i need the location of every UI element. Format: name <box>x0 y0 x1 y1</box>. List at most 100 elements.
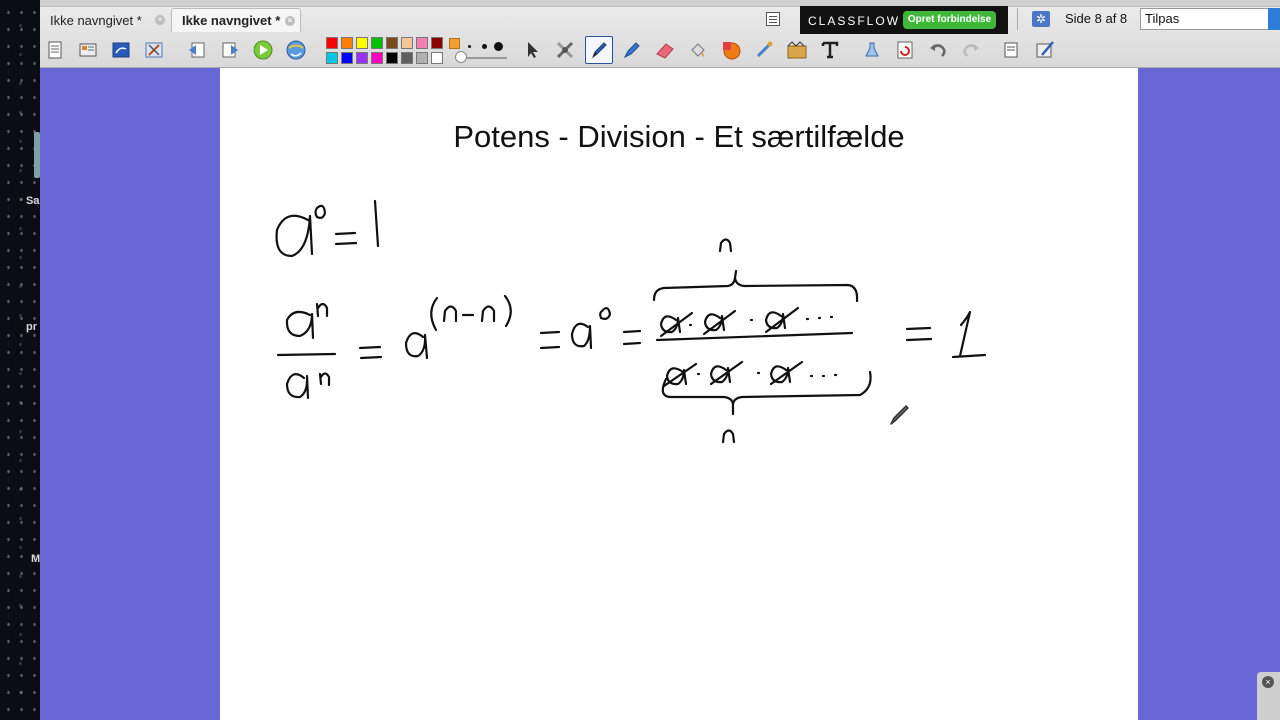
color-swatch[interactable] <box>431 37 443 49</box>
undo-icon <box>930 44 946 57</box>
ink-fraction-division <box>276 294 512 400</box>
zoom-select[interactable]: Tilpas <box>1140 8 1280 30</box>
play-button[interactable] <box>249 36 277 64</box>
color-swatch[interactable] <box>416 52 428 64</box>
notes-icon <box>1004 42 1018 58</box>
color-swatch[interactable] <box>341 52 353 64</box>
color-swatch[interactable] <box>356 52 368 64</box>
resource-browser-button[interactable] <box>74 36 102 64</box>
tools-button[interactable] <box>140 36 168 64</box>
clip-icon <box>787 41 807 59</box>
color-swatch[interactable] <box>386 37 398 49</box>
color-swatch[interactable] <box>371 52 383 64</box>
clear-button[interactable] <box>858 36 886 64</box>
resource-browser-icon <box>79 43 97 57</box>
ink-cancellation-result <box>539 238 987 444</box>
connector-button[interactable] <box>750 36 778 64</box>
handwriting-layer <box>275 199 987 444</box>
eraser-icon <box>656 43 674 59</box>
canvas-area: Potens - Division - Et særtilfælde <box>40 68 1280 720</box>
redo-icon <box>963 44 979 57</box>
flipchart-page[interactable]: Potens - Division - Et særtilfælde <box>220 68 1138 720</box>
tab-label: Ikke navngivet * <box>182 13 281 28</box>
previous-page-button[interactable] <box>183 36 211 64</box>
tab-bar: Ikke navngivet * × Ikke navngivet * × CL… <box>40 6 1280 34</box>
select-button[interactable] <box>518 36 546 64</box>
color-swatch[interactable] <box>341 37 353 49</box>
play-icon <box>253 40 273 60</box>
width-small-icon[interactable] <box>468 45 471 48</box>
customize-icon <box>1036 41 1054 58</box>
classflow-logo: CLASSFLOW <box>808 14 901 28</box>
page-indicator: Side 8 af 8 <box>1065 11 1128 26</box>
flipchart-button[interactable] <box>107 36 135 64</box>
clip-button[interactable] <box>783 36 811 64</box>
floating-panel[interactable]: × <box>1257 672 1280 720</box>
pen-cursor-icon <box>890 405 909 425</box>
eraser-button[interactable] <box>651 36 679 64</box>
color-swatch[interactable] <box>356 37 368 49</box>
chevron-down-icon[interactable] <box>1268 8 1280 30</box>
color-swatch[interactable] <box>401 37 413 49</box>
shape-button[interactable] <box>717 36 745 64</box>
color-swatch[interactable] <box>401 52 413 64</box>
divider <box>1017 8 1018 30</box>
page-browser-icon <box>48 41 62 59</box>
color-swatch[interactable] <box>431 52 443 64</box>
text-button[interactable] <box>816 36 844 64</box>
select-icon <box>528 42 538 58</box>
highlighter-button[interactable] <box>618 36 646 64</box>
fill-button[interactable] <box>684 36 712 64</box>
text-icon <box>821 41 839 59</box>
internet-button[interactable] <box>282 36 310 64</box>
highlighter-icon <box>623 42 640 59</box>
flipchart-icon <box>112 42 130 58</box>
tab-flipchart-1[interactable]: Ikke navngivet * × <box>40 8 170 32</box>
pen-width-control <box>449 37 507 65</box>
pen-button[interactable] <box>585 36 613 64</box>
page-list-icon[interactable] <box>766 12 780 26</box>
color-swatch[interactable] <box>326 52 338 64</box>
color-swatch[interactable] <box>386 52 398 64</box>
customize-button[interactable] <box>1031 36 1059 64</box>
next-page-icon <box>222 42 238 58</box>
internet-icon <box>286 40 306 60</box>
color-palette <box>325 37 445 65</box>
tab-flipchart-2[interactable]: Ikke navngivet * × <box>171 8 301 32</box>
redo-button[interactable] <box>957 36 985 64</box>
close-icon[interactable]: × <box>1262 676 1274 688</box>
color-swatch[interactable] <box>416 37 428 49</box>
desktop-label: pr <box>26 321 37 333</box>
shape-icon <box>723 42 741 60</box>
classflow-panel: CLASSFLOW Opret forbindelse <box>800 6 1008 34</box>
color-swatch[interactable] <box>326 37 338 49</box>
notes-button[interactable] <box>997 36 1025 64</box>
previous-page-icon <box>189 42 205 58</box>
desktop-background: Sa pr M <box>0 0 40 720</box>
activity-icon[interactable]: ✲ <box>1032 11 1050 27</box>
close-tab-icon[interactable]: × <box>155 15 165 25</box>
reset-page-button[interactable] <box>891 36 919 64</box>
main-toolbar <box>40 34 1280 66</box>
ink-equation-zero-exponent <box>275 199 380 258</box>
current-color-icon[interactable] <box>449 38 460 49</box>
undo-button[interactable] <box>924 36 952 64</box>
zoom-value: Tilpas <box>1145 11 1180 26</box>
close-tab-icon[interactable]: × <box>285 16 295 26</box>
color-swatch[interactable] <box>371 37 383 49</box>
tools-icon <box>145 42 163 58</box>
width-medium-icon[interactable] <box>482 44 487 49</box>
connector-icon <box>756 41 773 58</box>
app-chrome: Ikke navngivet * × Ikke navngivet * × CL… <box>40 0 1280 68</box>
desktop-label: Sa <box>26 195 40 207</box>
multi-tool-button[interactable] <box>551 36 579 64</box>
page-browser-button[interactable] <box>41 36 69 64</box>
clear-icon <box>865 42 879 57</box>
classflow-connect-button[interactable]: Opret forbindelse <box>903 11 996 29</box>
fill-icon <box>691 43 705 57</box>
width-large-icon[interactable] <box>494 42 503 51</box>
pen-icon <box>591 42 607 59</box>
next-page-button[interactable] <box>216 36 244 64</box>
desktop-label: M <box>31 553 41 565</box>
width-slider-handle[interactable] <box>455 51 467 63</box>
